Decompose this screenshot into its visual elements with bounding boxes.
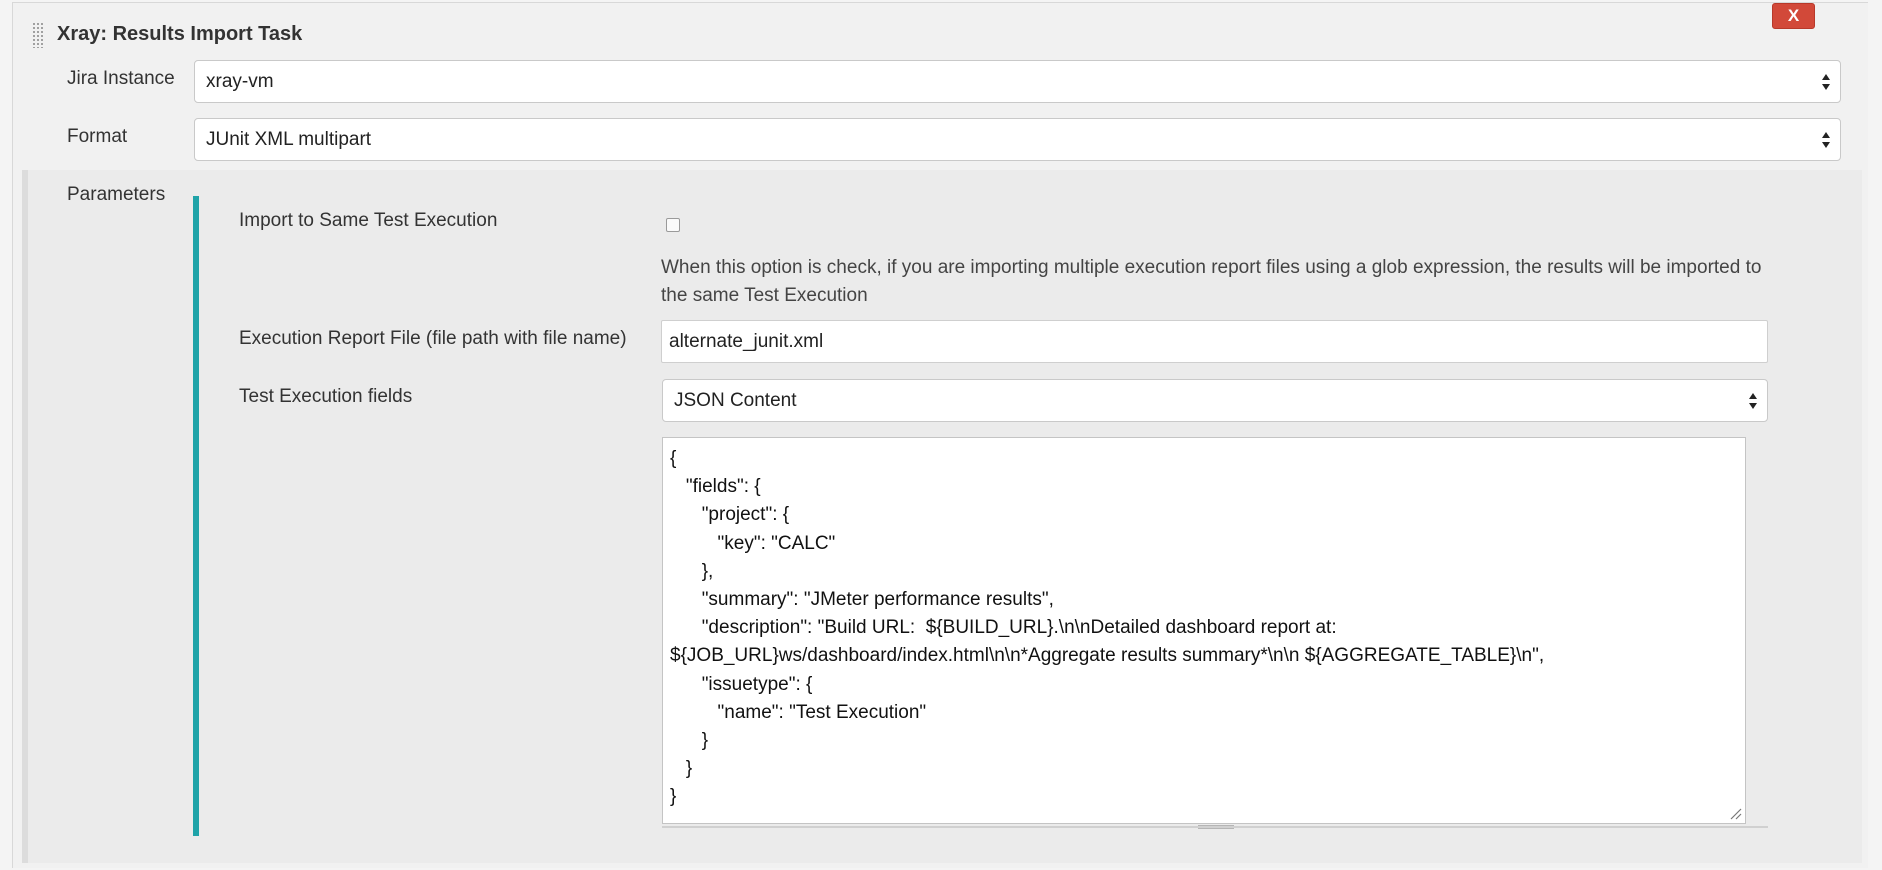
report-file-label: Execution Report File (file path with fi… — [239, 328, 627, 349]
format-label: Format — [67, 126, 128, 147]
format-select[interactable]: JUnit XML multipart — [194, 118, 1841, 161]
report-file-input[interactable]: alternate_junit.xml — [661, 320, 1768, 363]
close-button[interactable]: X — [1772, 3, 1815, 29]
jira-instance-value: xray-vm — [206, 70, 274, 92]
parameters-accent-bar — [193, 196, 199, 836]
jira-instance-select[interactable]: xray-vm — [194, 60, 1841, 103]
select-arrows-icon — [1822, 73, 1830, 90]
parameters-label: Parameters — [67, 184, 166, 205]
jira-instance-label: Jira Instance — [67, 68, 175, 89]
test-execution-fields-label: Test Execution fields — [239, 386, 413, 407]
import-same-execution-help: When this option is check, if you are im… — [661, 257, 1762, 306]
json-content-textarea[interactable]: { "fields": { "project": { "key": "CALC"… — [662, 437, 1746, 824]
import-same-execution-checkbox[interactable] — [666, 218, 680, 232]
resize-grip-icon[interactable] — [1728, 806, 1742, 820]
select-arrows-icon — [1822, 131, 1830, 148]
task-title: Xray: Results Import Task — [57, 23, 303, 45]
textarea-drag-handle[interactable] — [1198, 825, 1234, 829]
import-same-execution-label: Import to Same Test Execution — [239, 210, 498, 231]
format-value: JUnit XML multipart — [206, 128, 372, 150]
drag-handle-icon[interactable] — [32, 22, 44, 48]
test-execution-fields-value: JSON Content — [674, 389, 797, 411]
select-arrows-icon — [1749, 392, 1757, 409]
test-execution-fields-select[interactable]: JSON Content — [662, 379, 1768, 422]
